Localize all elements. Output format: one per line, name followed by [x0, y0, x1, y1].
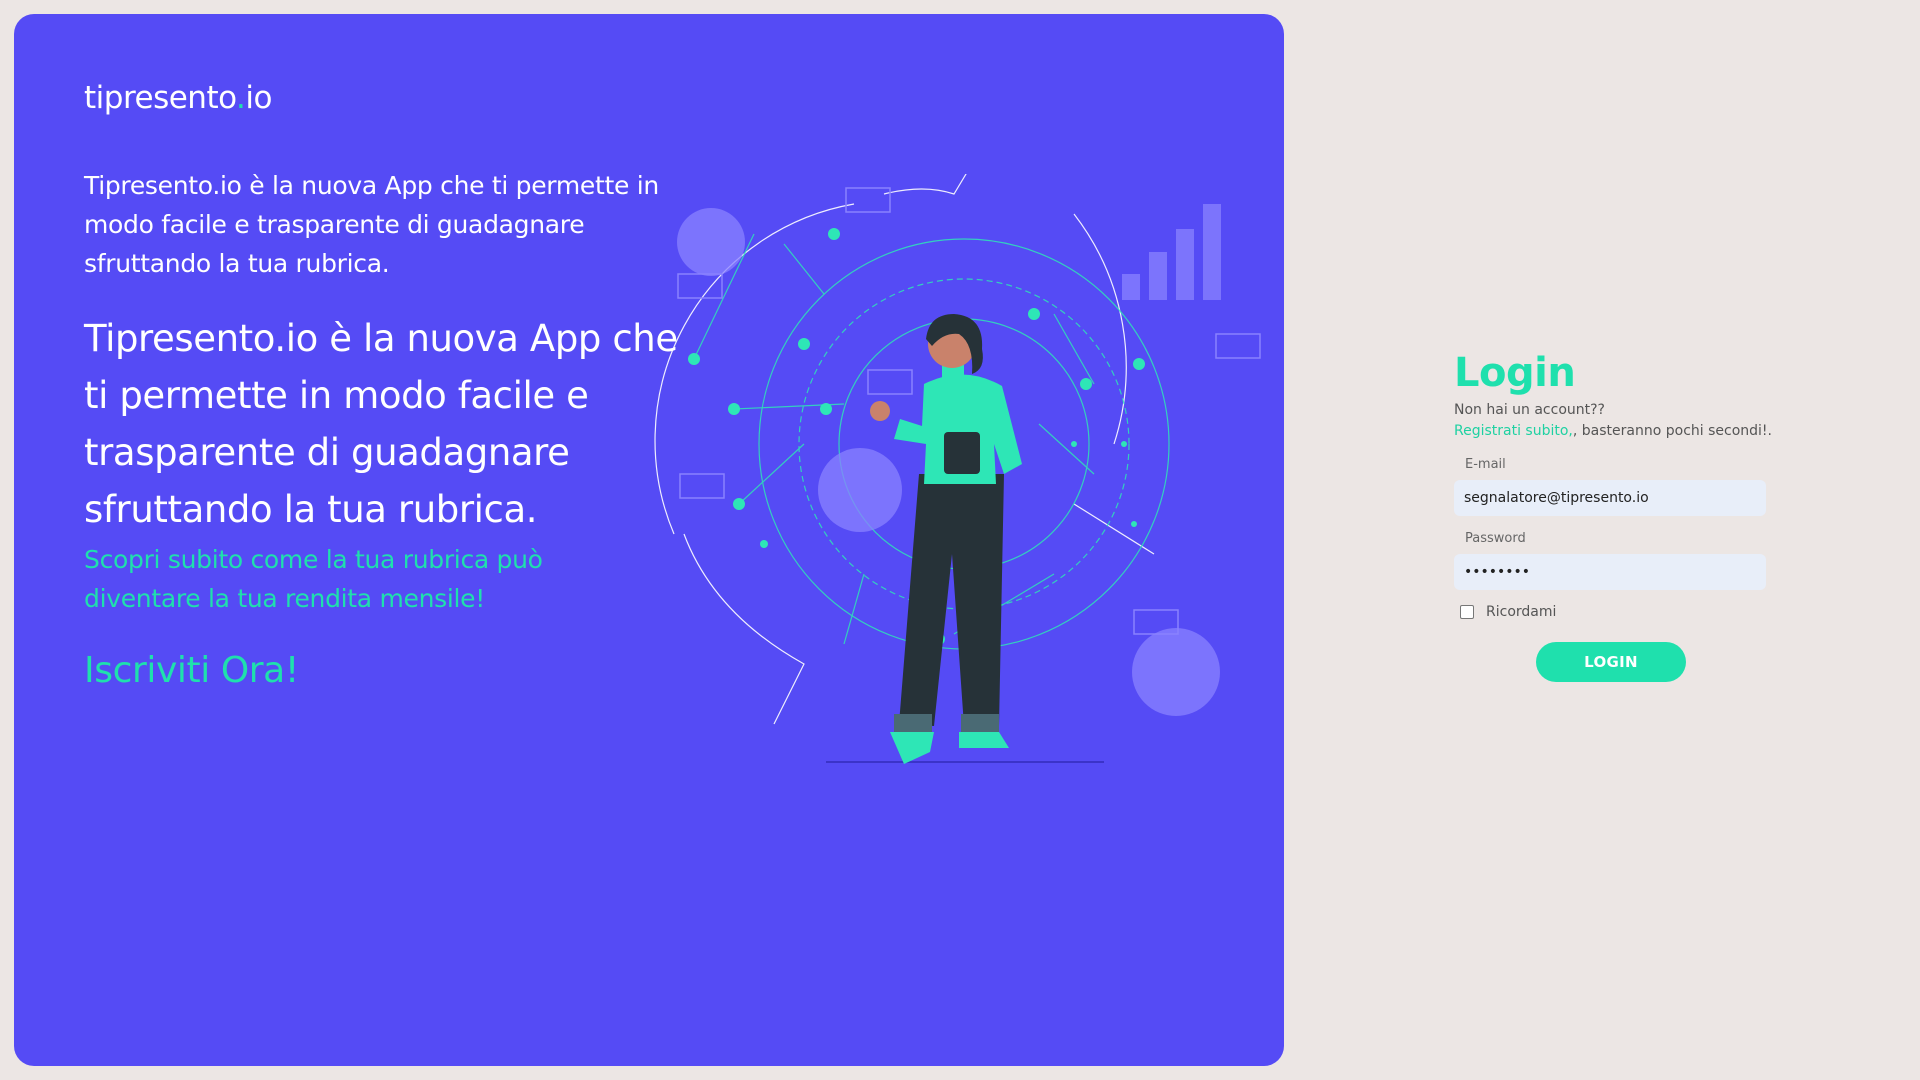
intro-text-small: Tipresento.io è la nuova App che ti perm…: [84, 171, 659, 278]
intro-text-large: Tipresento.io è la nuova App che ti perm…: [84, 317, 678, 531]
logo: tipresento.io: [84, 80, 272, 116]
hero-panel: tipresento.io Tipresento.io è la nuova A…: [14, 14, 1284, 1066]
discover-text: Scopri subito come la tua rubrica può di…: [84, 545, 543, 613]
register-line: Registrati subito,, basteranno pochi sec…: [1454, 420, 1774, 442]
login-panel: Login Non hai un account?? Registrati su…: [1454, 350, 1774, 682]
password-label: Password: [1465, 531, 1526, 546]
email-label: E-mail: [1465, 457, 1506, 472]
login-title: Login: [1454, 350, 1576, 396]
logo-tld: io: [245, 80, 272, 116]
password-field[interactable]: [1454, 554, 1766, 590]
logo-text: tipresento: [84, 80, 237, 116]
logo-dot: .: [236, 80, 246, 116]
remember-row: Ricordami: [1454, 604, 1774, 620]
signup-cta-link[interactable]: Iscriviti Ora!: [84, 650, 299, 691]
remember-checkbox[interactable]: [1460, 605, 1474, 619]
register-rest-text: , basteranno pochi secondi!.: [1572, 423, 1772, 439]
no-account-text: Non hai un account??: [1454, 402, 1605, 418]
remember-label: Ricordami: [1486, 604, 1557, 620]
woman-with-phone-illustration: [654, 174, 1261, 764]
login-button[interactable]: LOGIN: [1536, 642, 1686, 682]
register-link[interactable]: Registrati subito,: [1454, 423, 1573, 439]
email-field[interactable]: [1454, 480, 1766, 516]
